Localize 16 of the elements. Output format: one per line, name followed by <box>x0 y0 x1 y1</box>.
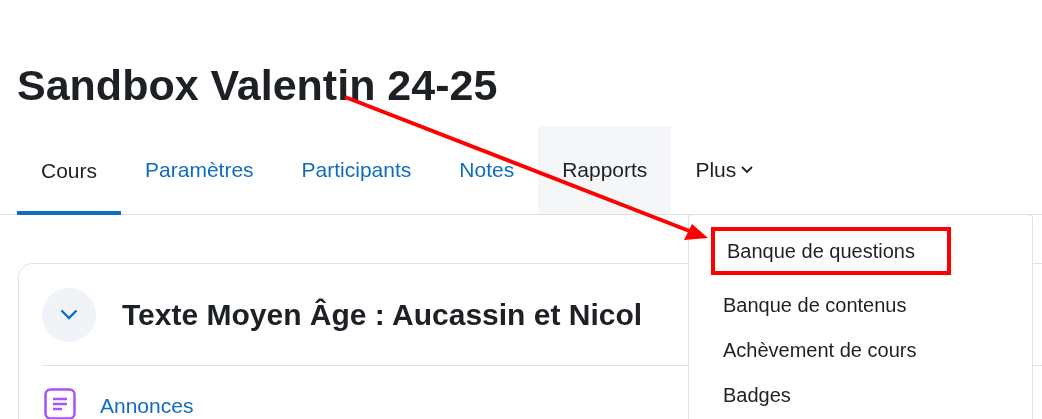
chevron-down-icon <box>741 166 754 174</box>
nav-tab[interactable]: Notes <box>435 126 539 214</box>
menu-item[interactable]: Badges <box>711 380 803 410</box>
menu-item[interactable]: Banque de questions <box>711 227 951 275</box>
forum-icon <box>44 388 76 419</box>
course-title: Sandbox Valentin 24-25 <box>17 60 498 111</box>
section-title: Texte Moyen Âge : Aucassin et Nicol <box>122 297 643 333</box>
nav-tab[interactable]: Cours <box>17 126 122 215</box>
chevron-down-icon <box>60 309 78 320</box>
nav-tab[interactable]: Paramètres <box>121 126 278 214</box>
activity-link[interactable]: Annonces <box>100 394 194 418</box>
menu-item[interactable]: Banque de contenus <box>711 290 919 320</box>
more-menu-tab[interactable]: Plus <box>671 126 778 214</box>
menu-item[interactable]: Achèvement de cours <box>711 335 929 365</box>
nav-tab[interactable]: Participants <box>277 126 436 214</box>
nav-tab[interactable]: Rapports <box>538 126 672 214</box>
